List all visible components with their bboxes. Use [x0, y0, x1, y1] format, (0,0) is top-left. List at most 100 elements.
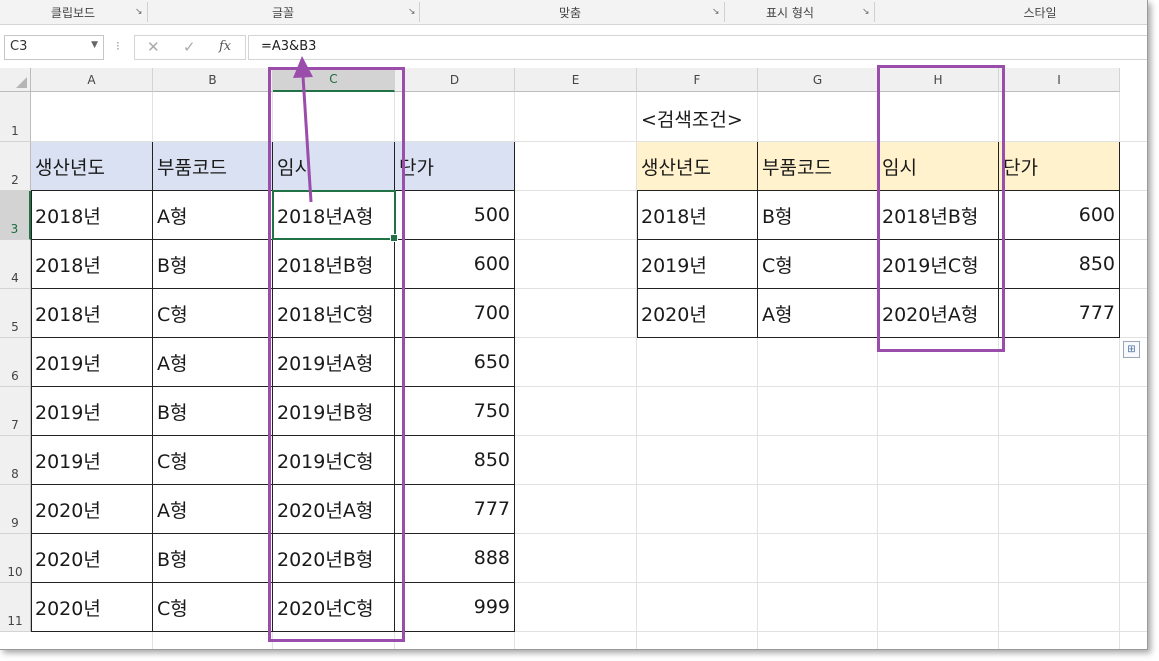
row-number: 10	[7, 565, 23, 579]
criteria_table-cell[interactable]: A형	[758, 289, 878, 338]
row-number: 9	[11, 516, 19, 530]
main_table-cell[interactable]: 2018년	[31, 240, 153, 289]
main_table-cell[interactable]: C형	[153, 436, 273, 485]
criteria_table-cell[interactable]: 2019년	[637, 240, 758, 289]
select-all-corner[interactable]	[0, 68, 31, 92]
row-header-2[interactable]: 2	[0, 142, 31, 191]
row-header-4[interactable]: 4	[0, 240, 31, 289]
column-header-g[interactable]: G	[758, 68, 878, 92]
main_table-cell[interactable]: B형	[153, 534, 273, 583]
ribbon-group-label: 표시 형식	[766, 5, 814, 20]
main_table-cell[interactable]: 2019년	[31, 436, 153, 485]
main_table-cell[interactable]: A형	[153, 338, 273, 387]
ribbon-group-label: 맞춤	[558, 5, 582, 20]
row-number: 1	[11, 124, 19, 138]
main_table-cell[interactable]: 888	[395, 534, 515, 583]
ribbon-group-number: 표시 형식	[725, 0, 855, 24]
column-header-d[interactable]: D	[395, 68, 515, 92]
row-header-1[interactable]: 1	[0, 92, 31, 142]
main_table-cell[interactable]: 2018년	[31, 191, 153, 240]
formula-buttons: ✕ ✓ fx	[134, 35, 246, 60]
name-box-value: C3	[10, 39, 28, 54]
excel-window: 클립보드 ↘ 글꼴 ↘ 맞춤 ↘ 표시 형식 ↘ 스타일 C3 ▼ ⁝ ✕ ✓ …	[0, 0, 1148, 650]
main_table-cell[interactable]: 2020년	[31, 583, 153, 632]
main_table-cell[interactable]: 700	[395, 289, 515, 338]
row-number: 7	[11, 418, 19, 432]
ribbon-group-clipboard: 클립보드	[0, 0, 146, 24]
main_table-cell[interactable]: 500	[395, 191, 515, 240]
formula-bar: C3 ▼ ⁝ ✕ ✓ fx =A3&B3	[0, 25, 1147, 67]
main_table-cell[interactable]: 2020년	[31, 534, 153, 583]
row-header-7[interactable]: 7	[0, 387, 31, 436]
cancel-icon[interactable]: ✕	[147, 38, 160, 56]
row-header-5[interactable]: 5	[0, 289, 31, 338]
main_table-header-cell[interactable]: 부품코드	[153, 142, 273, 191]
criteria_table-cell[interactable]: 600	[999, 191, 1120, 240]
main_table-cell[interactable]: 850	[395, 436, 515, 485]
main_table-cell[interactable]: 650	[395, 338, 515, 387]
criteria-title: <검색조건>	[641, 109, 743, 131]
enter-icon[interactable]: ✓	[183, 38, 196, 56]
ribbon-group-alignment: 맞춤	[420, 0, 720, 24]
column-header-i[interactable]: I	[999, 68, 1120, 92]
main_table-cell[interactable]: B형	[153, 240, 273, 289]
row-header-8[interactable]: 8	[0, 436, 31, 485]
dialog-launcher-icon[interactable]: ↘	[712, 8, 720, 17]
main_table-cell[interactable]: A형	[153, 485, 273, 534]
row-header-9[interactable]: 9	[0, 485, 31, 534]
main_table-cell[interactable]: 750	[395, 387, 515, 436]
formula-text: =A3&B3	[261, 39, 317, 54]
main_table-cell[interactable]: C형	[153, 289, 273, 338]
ribbon-group-font: 글꼴	[148, 0, 418, 24]
criteria_table-cell[interactable]: C형	[758, 240, 878, 289]
row-header-6[interactable]: 6	[0, 338, 31, 387]
row-number: 5	[11, 320, 19, 334]
main_table-cell[interactable]: 2018년	[31, 289, 153, 338]
highlight-box-column-h	[877, 65, 1005, 352]
dialog-launcher-icon[interactable]: ↘	[135, 8, 143, 17]
criteria_table-header-cell[interactable]: 단가	[999, 142, 1120, 191]
criteria_table-cell[interactable]: 850	[999, 240, 1120, 289]
main_table-cell[interactable]: 999	[395, 583, 515, 632]
row-number: 2	[11, 173, 19, 187]
insert-function-icon[interactable]: fx	[219, 39, 231, 54]
main_table-cell[interactable]: 777	[395, 485, 515, 534]
criteria_table-cell[interactable]: B형	[758, 191, 878, 240]
criteria_table-cell[interactable]: 2018년	[637, 191, 758, 240]
main_table-cell[interactable]: C형	[153, 583, 273, 632]
criteria_table-header-cell[interactable]: 생산년도	[637, 142, 758, 191]
main_table-cell[interactable]: 2019년	[31, 387, 153, 436]
highlight-box-column-c	[268, 67, 405, 642]
criteria_table-cell[interactable]: 2020년	[637, 289, 758, 338]
row-header-3[interactable]: 3	[0, 191, 31, 240]
dialog-launcher-icon[interactable]: ↘	[862, 8, 870, 17]
dialog-launcher-icon[interactable]: ↘	[408, 8, 416, 17]
chevron-down-icon[interactable]: ▼	[91, 40, 98, 50]
ribbon-group-styles: 스타일	[875, 0, 1147, 24]
formula-input[interactable]: =A3&B3	[248, 35, 1147, 60]
row-header-10[interactable]: 10	[0, 534, 31, 583]
more-icon: ⁝	[116, 39, 120, 53]
column-header-e[interactable]: E	[515, 68, 637, 92]
row-number: 4	[11, 271, 19, 285]
name-box[interactable]: C3 ▼	[4, 35, 104, 60]
main_table-cell[interactable]: B형	[153, 387, 273, 436]
row-number: 8	[11, 467, 19, 481]
column-header-f[interactable]: F	[637, 68, 758, 92]
main_table-cell[interactable]: A형	[153, 191, 273, 240]
main_table-cell[interactable]: 600	[395, 240, 515, 289]
ribbon-group-label: 클립보드	[50, 5, 96, 20]
paste-options-icon[interactable]: ⊞	[1123, 341, 1140, 358]
main_table-cell[interactable]: 2019년	[31, 338, 153, 387]
row-header-11[interactable]: 11	[0, 583, 31, 632]
ribbon-group-label: 스타일	[1023, 5, 1057, 20]
main_table-header-cell[interactable]: 단가	[395, 142, 515, 191]
main_table-header-cell[interactable]: 생산년도	[31, 142, 153, 191]
criteria_table-cell[interactable]: 777	[999, 289, 1120, 338]
ribbon-group-label: 글꼴	[271, 5, 295, 20]
main_table-cell[interactable]: 2020년	[31, 485, 153, 534]
column-header-a[interactable]: A	[31, 68, 153, 92]
column-header-b[interactable]: B	[153, 68, 273, 92]
row-number: 6	[11, 369, 19, 383]
criteria_table-header-cell[interactable]: 부품코드	[758, 142, 878, 191]
